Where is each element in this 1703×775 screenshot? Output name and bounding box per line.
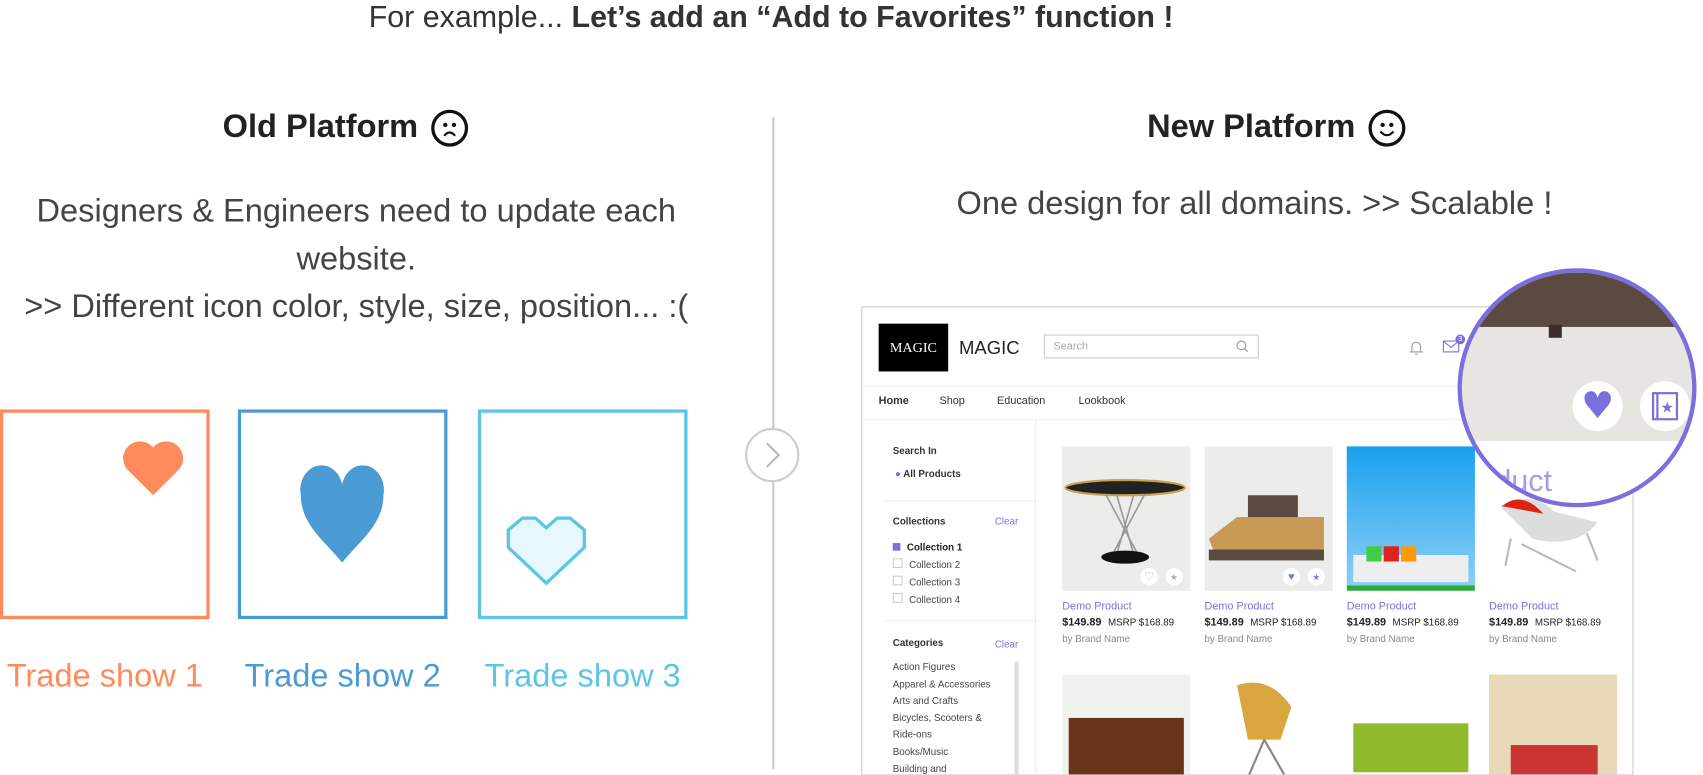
- smiley-face-icon: [1368, 109, 1406, 147]
- product-brand: by Brand Name: [1346, 633, 1415, 645]
- product-msrp: MSRP $168.89: [1107, 616, 1175, 628]
- new-platform-title: New Platform: [1086, 109, 1466, 147]
- product-brand: by Brand Name: [1204, 633, 1273, 645]
- mail-badge: 3: [1455, 334, 1466, 345]
- checkbox-collection-3[interactable]: Collection 3: [892, 573, 963, 590]
- bell-icon[interactable]: [1409, 339, 1424, 356]
- radio-all-products[interactable]: ● All Products: [895, 468, 961, 479]
- large-heart-icon: [300, 465, 384, 563]
- product-price: $149.89: [1062, 616, 1102, 629]
- svg-text:★: ★: [1660, 399, 1674, 417]
- bookmark-star-icon[interactable]: ★: [1165, 568, 1183, 586]
- nav-home[interactable]: Home: [879, 395, 909, 407]
- product-image-sofa[interactable]: [1346, 446, 1475, 591]
- store-brand: MAGIC: [959, 337, 1020, 359]
- product-image-table[interactable]: ♡ ★: [1062, 446, 1191, 591]
- magnified-product-name: duct: [1494, 463, 1552, 498]
- category-item[interactable]: Ride-ons: [893, 727, 991, 744]
- nav-education[interactable]: Education: [997, 395, 1045, 407]
- trade-show-2-label: Trade show 2: [244, 658, 441, 695]
- product-name[interactable]: Demo Product: [1204, 601, 1332, 613]
- product-name[interactable]: Demo Product: [1489, 601, 1617, 613]
- old-platform-description: Designers & Engineers need to update eac…: [24, 193, 689, 325]
- favorite-heart-icon[interactable]: ♡: [1140, 568, 1158, 586]
- product-card[interactable]: ♥ ★ Demo Product $149.89 MSRP $168.89 by …: [1204, 446, 1333, 645]
- trade-show-3-label: Trade show 3: [484, 658, 681, 695]
- product-name[interactable]: Demo Product: [1347, 601, 1475, 613]
- nav-lookbook[interactable]: Lookbook: [1078, 395, 1125, 407]
- product-card[interactable]: Demo Product $149.89 MSRP $168.89 by Bran…: [1346, 446, 1475, 645]
- store-logo: MAGIC: [878, 323, 949, 372]
- sidebar-scrollbar[interactable]: [1014, 661, 1019, 775]
- bookmark-star-icon[interactable]: ★: [1307, 568, 1326, 586]
- arrow-right-icon: [745, 427, 800, 483]
- category-item[interactable]: Books/Music: [893, 744, 991, 761]
- trade-show-1-example: [0, 409, 210, 620]
- categories-heading: Categories: [892, 637, 944, 649]
- product-msrp: MSRP $168.89: [1250, 616, 1317, 628]
- product-price: $149.89: [1204, 616, 1244, 629]
- product-image-bed[interactable]: ♥ ★: [1204, 446, 1333, 591]
- category-item[interactable]: Bicycles, Scooters &: [893, 710, 991, 727]
- trade-show-1-label: Trade show 1: [6, 658, 203, 695]
- search-icon[interactable]: [1236, 340, 1249, 353]
- sad-face-icon: [431, 109, 469, 147]
- product-brand: by Brand Name: [1062, 633, 1131, 645]
- trade-show-2-example: [237, 409, 448, 620]
- category-item[interactable]: Action Figures: [893, 659, 991, 676]
- product-image-desk-chair[interactable]: [1204, 674, 1333, 775]
- search-in-heading: Search In: [892, 445, 937, 457]
- outline-pixel-heart-icon: [506, 516, 586, 586]
- category-item[interactable]: Apparel & Accessories: [893, 676, 991, 693]
- categories-list: Action Figures Apparel & Accessories Art…: [893, 659, 991, 774]
- new-platform-subtitle: One design for all domains. >> Scalable …: [956, 185, 1553, 222]
- categories-clear-link[interactable]: Clear: [995, 639, 1018, 650]
- favorite-heart-filled-icon[interactable]: ♥: [1282, 568, 1301, 586]
- product-msrp: MSRP $168.89: [1534, 616, 1601, 628]
- product-name[interactable]: Demo Product: [1062, 601, 1190, 613]
- product-image-dresser[interactable]: [1062, 674, 1191, 775]
- product-image-bedroom[interactable]: [1489, 674, 1618, 775]
- product-price: $149.89: [1346, 616, 1387, 629]
- old-platform-title: Old Platform: [0, 109, 691, 147]
- nav-shop[interactable]: Shop: [939, 395, 964, 407]
- collections-heading: Collections: [892, 515, 946, 527]
- magnifier-zoom: ♥ ★ duct: [1457, 268, 1697, 508]
- product-image-green-sofa[interactable]: [1346, 674, 1475, 775]
- collections-clear-link[interactable]: Clear: [995, 516, 1018, 527]
- collections-list: Collection 1 Collection 2 Collection 3 C…: [892, 539, 963, 609]
- favorite-heart-filled-icon[interactable]: ♥: [1572, 381, 1623, 432]
- bookmark-star-icon[interactable]: ★: [1640, 381, 1690, 432]
- checkbox-collection-2[interactable]: Collection 2: [892, 556, 963, 573]
- product-price: $149.89: [1489, 616, 1529, 629]
- product-brand: by Brand Name: [1489, 633, 1557, 645]
- search-input[interactable]: Search: [1043, 334, 1259, 359]
- product-msrp: MSRP $168.89: [1392, 616, 1459, 628]
- headline: For example... Let’s add an “Add to Favo…: [368, 0, 1174, 34]
- product-card[interactable]: ♡ ★ Demo Product $149.89 MSRP $168.89 by …: [1062, 446, 1191, 645]
- checkbox-collection-1[interactable]: Collection 1: [892, 539, 962, 556]
- category-item[interactable]: Arts and Crafts: [893, 693, 991, 710]
- trade-show-3-example: [477, 409, 688, 620]
- checkbox-collection-4[interactable]: Collection 4: [892, 591, 963, 608]
- solid-heart-icon: [123, 441, 184, 496]
